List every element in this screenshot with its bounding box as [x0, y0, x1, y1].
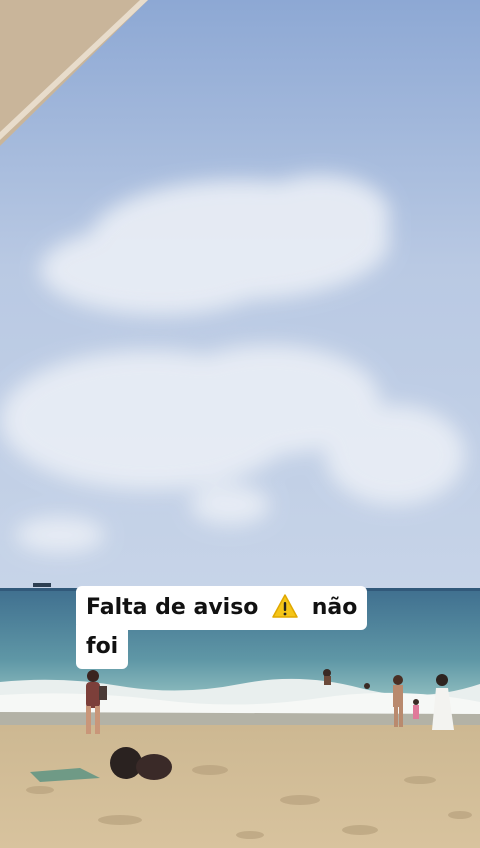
- caption-text-1-end: não: [311, 595, 358, 620]
- caption-line-2: foi: [76, 625, 129, 669]
- sand: [0, 725, 480, 848]
- caption-line-1: Falta de aviso não: [76, 586, 368, 630]
- warning-sign-icon: [272, 594, 298, 618]
- caption-text-2: foi: [86, 634, 119, 659]
- caption-text-1: Falta de aviso: [86, 595, 259, 620]
- ship: [33, 583, 51, 587]
- beach-photo: [0, 0, 480, 848]
